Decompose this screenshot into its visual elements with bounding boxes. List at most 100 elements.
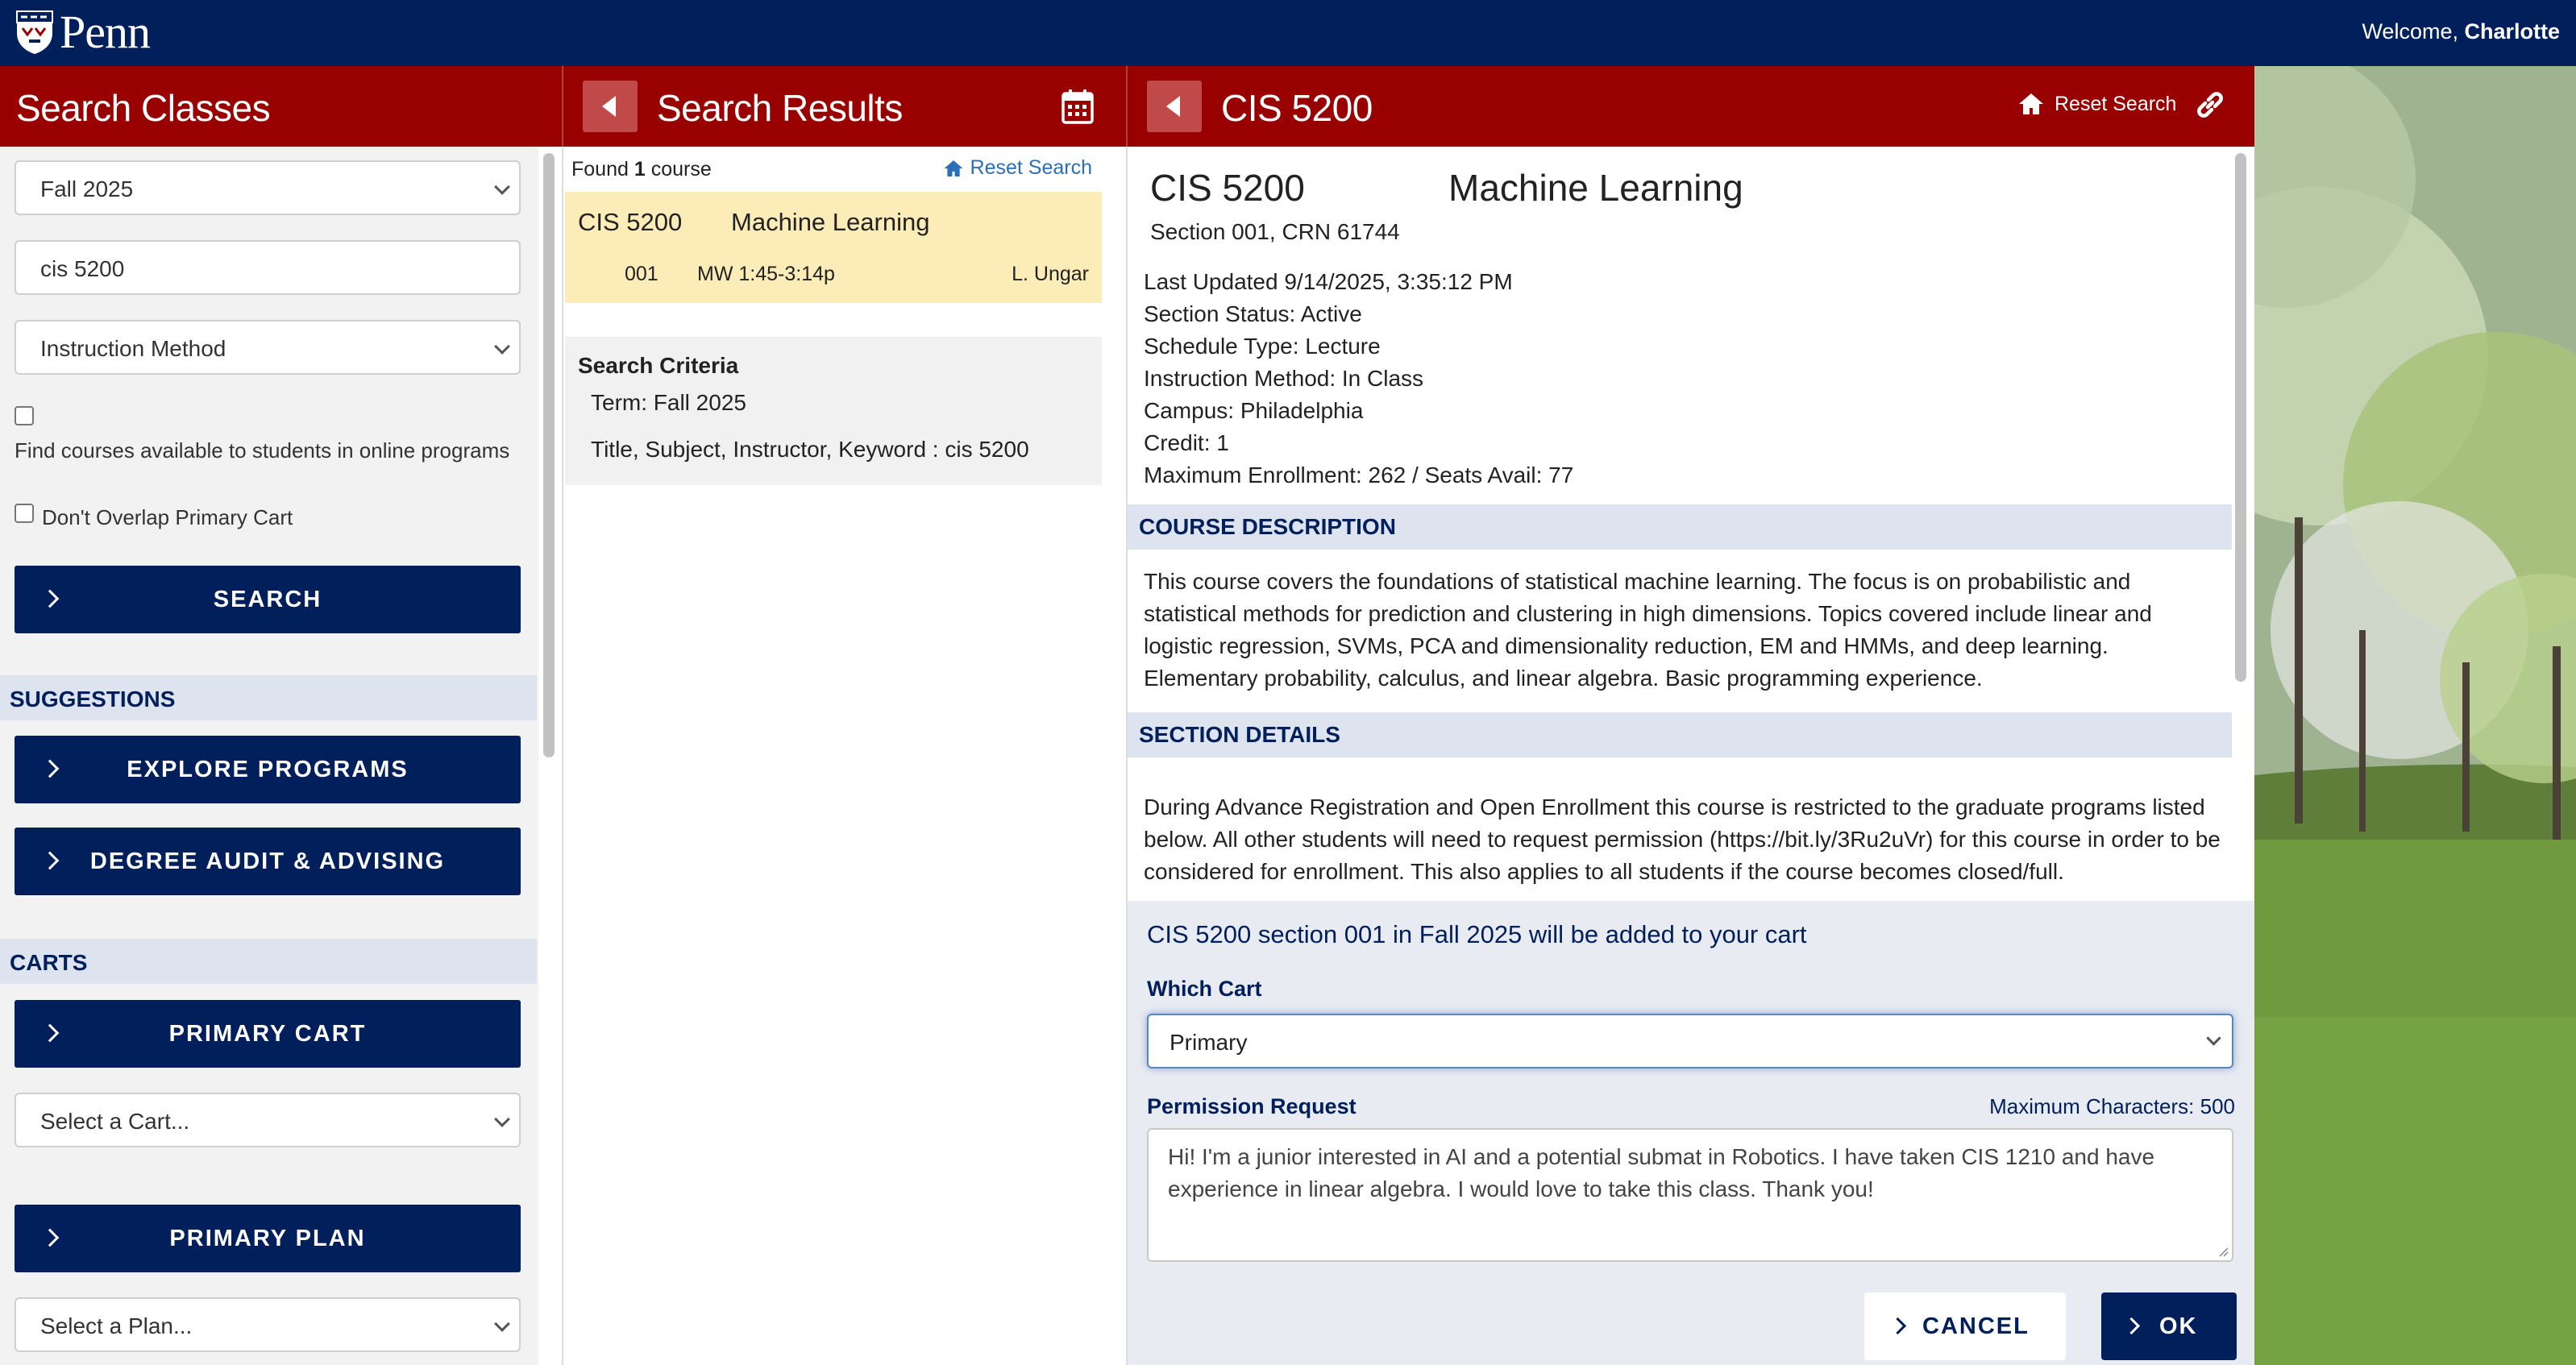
course-detail-panel: CIS 5200 Machine Learning Section 001, C… xyxy=(1126,147,2254,1365)
section-details-heading: SECTION DETAILS xyxy=(1128,712,2232,757)
permission-textarea[interactable]: Hi! I'm a junior interested in AI and a … xyxy=(1147,1128,2233,1262)
ok-button[interactable]: OK xyxy=(2101,1292,2237,1360)
results-reset-search-link[interactable]: Reset Search xyxy=(943,156,1092,180)
back-arrow-icon xyxy=(1166,96,1180,117)
found-suffix: course xyxy=(645,158,712,180)
plan-select-value: Select a Plan... xyxy=(40,1313,193,1338)
enrollment: Maximum Enrollment: 262 / Seats Avail: 7… xyxy=(1144,463,1574,488)
criteria-term: Term: Fall 2025 xyxy=(591,390,746,415)
home-icon xyxy=(944,160,963,176)
search-button[interactable]: SEARCH xyxy=(15,566,521,633)
no-overlap-checkbox[interactable] xyxy=(15,504,34,523)
ok-label: OK xyxy=(2159,1313,2198,1339)
add-to-cart-dialog: CIS 5200 section 001 in Fall 2025 will b… xyxy=(1128,901,2254,1365)
penn-logo[interactable]: Penn xyxy=(15,6,151,58)
explore-programs-label: EXPLORE PROGRAMS xyxy=(127,757,409,782)
found-number: 1 xyxy=(634,158,646,180)
search-input[interactable]: cis 5200 xyxy=(15,240,521,295)
result-section: 001 xyxy=(625,263,659,285)
cart-select-value: Select a Cart... xyxy=(40,1109,190,1134)
back-arrow-icon xyxy=(602,96,616,117)
results-panel: Found 1 course Reset Search CIS 5200 Mac… xyxy=(562,147,1102,1365)
welcome-message: Welcome, Charlotte xyxy=(2362,19,2560,44)
primary-cart-label: PRIMARY CART xyxy=(168,1021,367,1047)
course-description-heading: COURSE DESCRIPTION xyxy=(1128,504,2232,550)
carts-heading: CARTS xyxy=(0,939,537,984)
result-course-name: Machine Learning xyxy=(731,208,930,236)
chevron-right-icon xyxy=(40,759,60,778)
campus: Campus: Philadelphia xyxy=(1144,398,1364,423)
detail-panel-scrollbar[interactable] xyxy=(2235,153,2246,682)
logo-text: Penn xyxy=(60,6,151,58)
results-reset-search-label: Reset Search xyxy=(970,156,1092,179)
course-name: Machine Learning xyxy=(1448,167,1743,209)
explore-programs-button[interactable]: EXPLORE PROGRAMS xyxy=(15,736,521,803)
search-panel: Fall 2025 cis 5200 Instruction Method Fi… xyxy=(0,147,555,1365)
found-count: Found 1 course xyxy=(571,158,712,181)
primary-plan-button[interactable]: PRIMARY PLAN xyxy=(15,1205,521,1272)
search-panel-scrollbar[interactable] xyxy=(543,153,555,757)
search-classes-title: Search Classes xyxy=(16,87,271,129)
chevron-right-icon xyxy=(40,1023,60,1043)
search-criteria-box: Search Criteria Term: Fall 2025 Title, S… xyxy=(565,337,1102,485)
detail-back-button[interactable] xyxy=(1147,81,1202,132)
top-bar: Penn Welcome, Charlotte xyxy=(0,0,2576,66)
course-detail-header: CIS 5200 Reset Search xyxy=(1126,66,2254,147)
cancel-label: CANCEL xyxy=(1922,1313,2030,1339)
course-description-text: This course covers the foundations of st… xyxy=(1144,569,2152,691)
search-classes-header: Search Classes xyxy=(0,66,562,147)
chevron-down-icon xyxy=(494,338,510,355)
instruction-method-value: Instruction Method xyxy=(40,336,226,361)
primary-plan-label: PRIMARY PLAN xyxy=(169,1226,366,1251)
found-prefix: Found xyxy=(571,158,634,180)
term-select[interactable]: Fall 2025 xyxy=(15,160,521,215)
criteria-heading: Search Criteria xyxy=(578,353,739,378)
primary-cart-button[interactable]: PRIMARY CART xyxy=(15,1000,521,1068)
chevron-down-icon xyxy=(494,1111,510,1127)
chevron-right-icon xyxy=(2122,1317,2141,1335)
which-cart-value: Primary xyxy=(1170,1030,1248,1055)
campus-background-photo xyxy=(2254,66,2576,1365)
chevron-down-icon xyxy=(494,179,510,195)
suggestions-heading: SUGGESTIONS xyxy=(0,675,537,720)
online-programs-label: Find courses available to students in on… xyxy=(15,438,510,463)
which-cart-label: Which Cart xyxy=(1147,977,1262,1001)
course-meta: Last Updated 9/14/2025, 3:35:12 PM Secti… xyxy=(1144,266,1573,492)
instruction-method-select[interactable]: Instruction Method xyxy=(15,320,521,375)
chevron-down-icon xyxy=(494,1316,510,1332)
results-back-button[interactable] xyxy=(583,81,638,132)
degree-audit-button[interactable]: DEGREE AUDIT & ADVISING xyxy=(15,828,521,895)
detail-reset-search-link[interactable]: Reset Search xyxy=(2017,92,2176,116)
link-icon[interactable] xyxy=(2194,89,2226,121)
online-programs-checkbox[interactable] xyxy=(15,406,34,425)
resize-handle-icon[interactable] xyxy=(2216,1244,2229,1257)
chevron-down-icon xyxy=(2206,1031,2221,1046)
instruction-method: Instruction Method: In Class xyxy=(1144,366,1424,391)
section-details-text: During Advance Registration and Open Enr… xyxy=(1144,795,2221,884)
calendar-icon[interactable] xyxy=(1062,89,1094,124)
search-button-label: SEARCH xyxy=(213,587,322,612)
result-instructor: L. Ungar xyxy=(1012,263,1089,285)
term-select-value: Fall 2025 xyxy=(40,176,134,201)
criteria-keyword: Title, Subject, Instructor, Keyword : ci… xyxy=(591,437,1029,462)
degree-audit-label: DEGREE AUDIT & ADVISING xyxy=(89,848,446,874)
credit: Credit: 1 xyxy=(1144,430,1229,455)
home-icon xyxy=(2019,93,2043,114)
result-card[interactable]: CIS 5200 Machine Learning 001 MW 1:45-3:… xyxy=(565,192,1102,303)
permission-text: Hi! I'm a junior interested in AI and a … xyxy=(1168,1144,2155,1201)
cancel-button[interactable]: CANCEL xyxy=(1864,1292,2066,1360)
cart-select[interactable]: Select a Cart... xyxy=(15,1093,521,1147)
user-name[interactable]: Charlotte xyxy=(2464,19,2560,44)
search-input-value: cis 5200 xyxy=(40,256,125,281)
chevron-right-icon xyxy=(40,851,60,870)
section-crn: Section 001, CRN 61744 xyxy=(1150,219,1400,244)
search-results-header: Search Results xyxy=(562,66,1126,147)
schedule-type: Schedule Type: Lecture xyxy=(1144,334,1381,359)
plan-select[interactable]: Select a Plan... xyxy=(15,1297,521,1352)
section-status: Section Status: Active xyxy=(1144,301,1362,326)
result-time: MW 1:45-3:14p xyxy=(697,263,835,285)
chevron-right-icon xyxy=(40,1228,60,1247)
permission-label: Permission Request xyxy=(1147,1094,1357,1118)
which-cart-select[interactable]: Primary xyxy=(1147,1014,2233,1068)
section-details-clip: During Advance Registration and Open Enr… xyxy=(1144,791,2224,901)
